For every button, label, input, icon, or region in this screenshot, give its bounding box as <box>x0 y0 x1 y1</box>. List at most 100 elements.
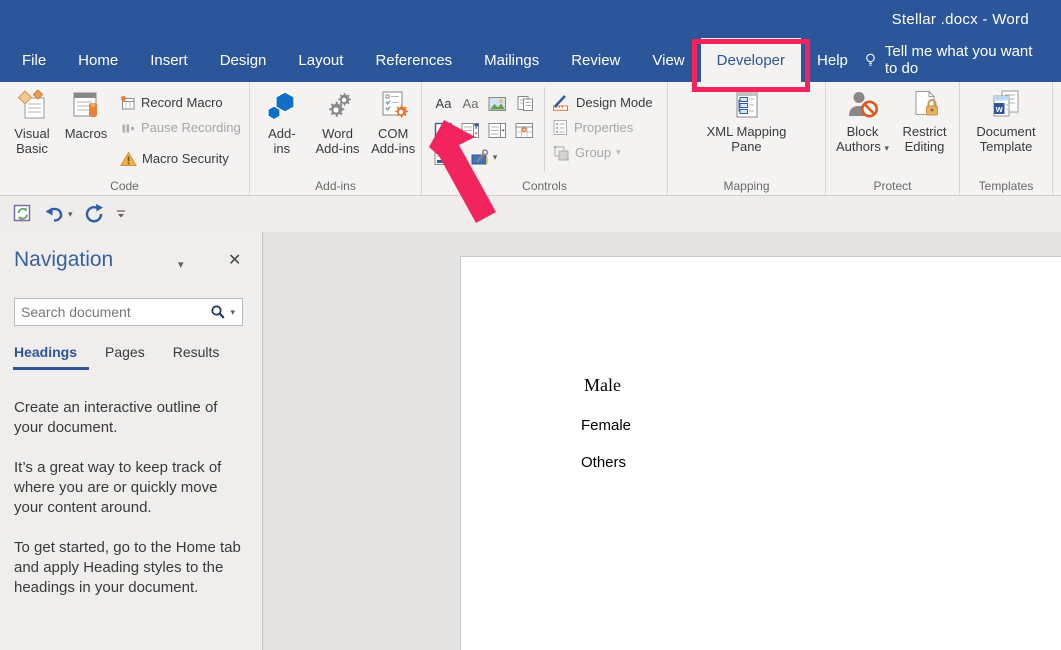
navigation-close-icon[interactable]: ✕ <box>228 250 241 270</box>
ribbon-group-protect: Block Authors ▾ Restrict Editing Protect <box>826 82 960 195</box>
design-mode-button[interactable]: Design Mode <box>552 90 653 115</box>
combo-box-icon <box>461 122 480 139</box>
customize-qat-button[interactable] <box>115 208 127 220</box>
search-options-caret-icon[interactable]: ▾ <box>226 308 242 317</box>
legacy-tools-button[interactable]: ▾ <box>464 147 504 169</box>
ribbon-tab-bar: File Home Insert Design Layout Reference… <box>0 38 1061 82</box>
title-bar: Stellar .docx - Word <box>0 0 1061 38</box>
word-addins-icon <box>322 90 354 122</box>
com-addins-icon <box>377 90 409 122</box>
document-page[interactable]: Male Female Others <box>460 256 1061 650</box>
repeating-section-content-control-button[interactable] <box>432 147 456 169</box>
tell-me-box[interactable]: Tell me what you want to do <box>864 38 1061 82</box>
search-icon[interactable] <box>210 304 226 320</box>
dropdown-caret-icon: ▾ <box>884 143 889 153</box>
dropdown-list-content-control-button[interactable] <box>486 120 510 142</box>
pause-recording-icon <box>120 120 136 136</box>
search-box: ▾ <box>14 298 243 326</box>
block-authors-button[interactable]: Block Authors ▾ <box>832 87 894 172</box>
redo-button[interactable] <box>83 203 105 225</box>
macros-icon <box>71 90 101 122</box>
undo-button[interactable]: ▾ <box>44 204 73 224</box>
nav-help-paragraph: It’s a great way to keep track of where … <box>14 458 250 518</box>
nav-tab-results[interactable]: Results <box>173 344 220 368</box>
tab-layout[interactable]: Layout <box>282 38 359 82</box>
tab-review[interactable]: Review <box>555 38 636 82</box>
navigation-pane-title: Navigation <box>14 248 113 272</box>
visual-basic-button[interactable]: Visual Basic <box>6 87 58 172</box>
macro-security-icon <box>120 151 137 167</box>
visual-basic-icon <box>16 90 48 122</box>
ribbon-group-templates: w Document Template Templates <box>960 82 1053 195</box>
pause-recording-button: Pause Recording <box>120 115 241 140</box>
ribbon-group-addins: Add- ins Word Add-ins <box>250 82 422 195</box>
document-line[interactable]: Male <box>584 375 621 396</box>
tab-developer[interactable]: Developer <box>701 38 801 82</box>
checkbox-content-control-button[interactable] <box>432 120 456 142</box>
rich-text-content-control-button[interactable]: Aa <box>432 93 456 115</box>
tab-view[interactable]: View <box>636 38 700 82</box>
xml-mapping-pane-icon <box>731 90 763 120</box>
word-window: Stellar .docx - Word File Home Insert De… <box>0 0 1061 650</box>
document-template-icon: w <box>989 90 1023 120</box>
document-line[interactable]: Female <box>581 417 631 434</box>
xml-mapping-pane-button[interactable]: XML Mapping Pane <box>672 87 822 172</box>
addins-button[interactable]: Add- ins <box>254 87 310 172</box>
workspace: Navigation ▾ ✕ ▾ Headings Pages Results … <box>0 232 1061 650</box>
tab-references[interactable]: References <box>359 38 468 82</box>
tab-home[interactable]: Home <box>62 38 134 82</box>
svg-text:w: w <box>995 104 1004 114</box>
document-title: Stellar .docx - Word <box>892 11 1061 28</box>
macros-button[interactable]: Macros <box>62 87 110 172</box>
picture-icon <box>488 96 507 112</box>
properties-button: Properties <box>552 115 653 140</box>
plain-text-content-control-button[interactable]: Aa <box>459 93 483 115</box>
ribbon-group-code: Visual Basic Macros <box>0 82 250 195</box>
tab-insert[interactable]: Insert <box>134 38 204 82</box>
building-block-gallery-content-control-button[interactable] <box>513 93 537 115</box>
quick-access-toolbar: ▾ <box>0 196 1061 232</box>
navigation-options-caret-icon[interactable]: ▾ <box>178 258 184 271</box>
redo-icon <box>83 203 105 225</box>
save-icon <box>12 203 34 225</box>
document-area: Male Female Others <box>263 232 1061 650</box>
ribbon-group-mapping: XML Mapping Pane Mapping <box>668 82 826 195</box>
group-icon <box>552 144 570 162</box>
date-picker-content-control-button[interactable] <box>513 120 537 142</box>
nav-help-paragraph: Create an interactive outline of your do… <box>14 398 250 438</box>
word-addins-button[interactable]: Word Add-ins <box>310 87 366 172</box>
restrict-editing-button[interactable]: Restrict Editing <box>896 87 954 172</box>
picture-content-control-button[interactable] <box>486 93 510 115</box>
dropdown-list-icon <box>488 122 507 139</box>
search-input[interactable] <box>15 304 210 320</box>
dropdown-caret-icon: ▾ <box>493 153 498 162</box>
tab-mailings[interactable]: Mailings <box>468 38 555 82</box>
block-authors-icon <box>847 90 879 120</box>
document-template-button[interactable]: w Document Template <box>967 87 1045 172</box>
undo-dropdown-caret-icon[interactable]: ▾ <box>68 210 73 219</box>
macro-security-button[interactable]: Macro Security <box>120 146 241 171</box>
save-button[interactable] <box>12 203 34 225</box>
tab-help[interactable]: Help <box>801 38 864 82</box>
com-addins-button[interactable]: COM Add-ins <box>365 87 421 172</box>
group-button: Group ▾ <box>552 140 653 165</box>
legacy-tools-icon <box>471 149 493 166</box>
document-line[interactable]: Others <box>581 454 626 471</box>
properties-icon <box>552 119 569 136</box>
restrict-editing-icon <box>909 90 941 120</box>
undo-icon <box>44 204 66 224</box>
repeating-section-icon <box>434 149 453 166</box>
tab-file[interactable]: File <box>6 38 62 82</box>
record-macro-button[interactable]: Record Macro <box>120 90 241 115</box>
combo-box-content-control-button[interactable] <box>459 120 483 142</box>
record-macro-icon <box>120 95 136 111</box>
addins-icon <box>266 90 298 122</box>
tab-design[interactable]: Design <box>204 38 283 82</box>
nav-tab-pages[interactable]: Pages <box>105 344 145 368</box>
navigation-pane: Navigation ▾ ✕ ▾ Headings Pages Results … <box>0 232 263 650</box>
design-mode-icon <box>552 94 571 112</box>
customize-qat-icon <box>115 208 127 220</box>
lightbulb-icon <box>864 51 877 69</box>
nav-tab-headings[interactable]: Headings <box>14 344 77 368</box>
building-block-icon <box>516 95 534 112</box>
